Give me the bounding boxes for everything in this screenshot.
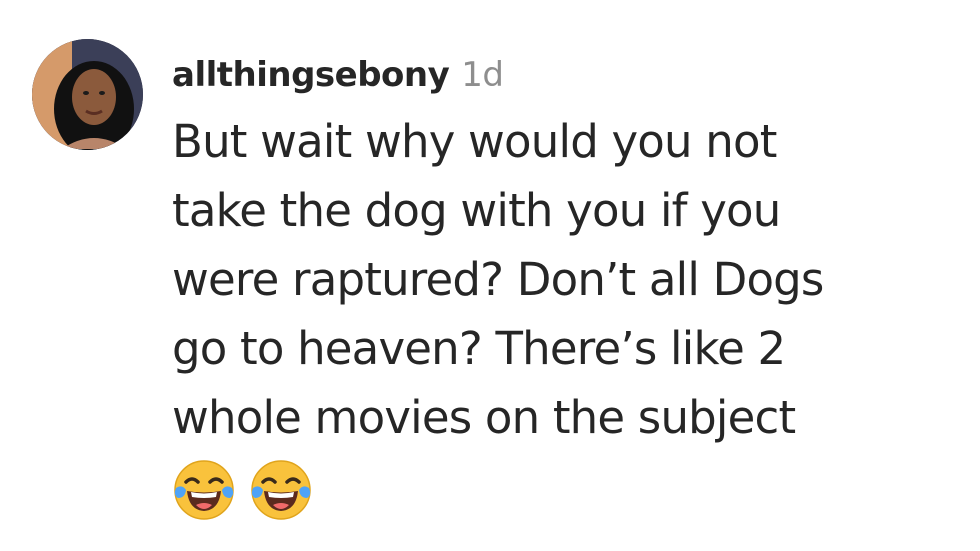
comment-text-line: were raptured? Don’t all Dogs [172,253,824,306]
comment-text: But wait why would you not take the dog … [172,107,962,452]
emoji-row [172,455,962,525]
comment-body: allthingsebony 1d But wait why would you … [172,44,962,525]
username-link[interactable]: allthingsebony [172,55,450,95]
avatar[interactable] [32,39,143,150]
face-with-tears-of-joy-icon [172,458,236,522]
comment: allthingsebony 1d But wait why would you … [0,0,980,551]
comment-text-line: go to heaven? There’s like 2 [172,322,786,375]
comment-text-line: But wait why would you not [172,115,777,168]
face-with-tears-of-joy-icon [249,458,313,522]
comment-header: allthingsebony 1d [172,44,962,106]
comment-timestamp: 1d [461,55,504,95]
comment-text-line: whole movies on the subject [172,391,796,444]
comment-text-line: take the dog with you if you [172,184,781,237]
avatar-image [32,39,143,150]
